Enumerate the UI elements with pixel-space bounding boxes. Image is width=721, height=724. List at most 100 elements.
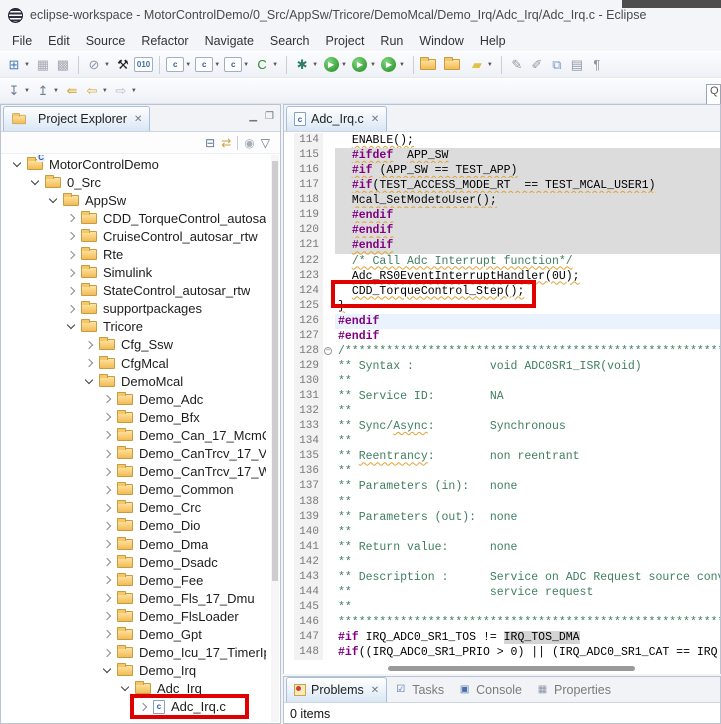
marker-pen-icon[interactable]: ▰ (468, 55, 486, 75)
chevron-right-icon[interactable] (103, 467, 111, 475)
menu-edit[interactable]: Edit (40, 32, 78, 50)
code-line-119[interactable]: 119 #endif (284, 208, 720, 223)
code-line-147[interactable]: 147#if IRQ_ADC0_SR1_TOS != IRQ_TOS_DMA (284, 630, 720, 645)
tree-item-demo-adc[interactable]: Demo_Adc (2, 390, 266, 408)
run-external-tools-icon[interactable]: ▶ (351, 55, 369, 75)
previous-annotation-icon[interactable]: ↥ (34, 81, 52, 101)
chevron-down-icon[interactable] (49, 194, 57, 202)
code-line-134[interactable]: 134** (284, 434, 720, 449)
chevron-right-icon[interactable] (103, 540, 111, 548)
tree-item-cfg-ssw[interactable]: Cfg_Ssw (2, 336, 266, 354)
tree-item-cruisecontrol-autosar-rtw[interactable]: CruiseControl_autosar_rtw (2, 227, 266, 245)
code-line-127[interactable]: 127#endif (284, 329, 720, 344)
show-whitespace-icon[interactable]: ¶ (588, 55, 606, 75)
chevron-right-icon[interactable] (103, 630, 111, 638)
fold-collapse-icon[interactable]: – (324, 347, 332, 355)
tree-item-cdd-torquecontrol-autosar-[interactable]: CDD_TorqueControl_autosar_ (2, 209, 266, 227)
tab-tasks[interactable]: ☑Tasks (387, 677, 451, 702)
tree-item-demo-cantrcv-17-v9[interactable]: Demo_CanTrcv_17_V9 (2, 445, 266, 463)
code-line-139[interactable]: 139** Parameters (out): none (284, 510, 720, 525)
code-line-137[interactable]: 137** Parameters (in): none (284, 479, 720, 494)
chevron-down-icon[interactable] (31, 176, 39, 184)
menu-window[interactable]: Window (411, 32, 471, 50)
tree-item-demo-crc[interactable]: Demo_Crc (2, 499, 266, 517)
code-line-148[interactable]: 148#if((IRQ_ADC0_SR1_PRIO > 0) || (IRQ_A… (284, 645, 720, 660)
marker-pen-icon-dropdown[interactable]: ▼ (487, 62, 493, 68)
chevron-right-icon[interactable] (103, 485, 111, 493)
tree-item-demo-fls-17-dmu[interactable]: Demo_Fls_17_Dmu (2, 589, 266, 607)
tree-item-demo-fee[interactable]: Demo_Fee (2, 571, 266, 589)
chevron-right-icon[interactable] (103, 431, 111, 439)
tab-problems[interactable]: Problems✕ (286, 677, 387, 702)
save-icon[interactable]: ▦ (34, 55, 52, 75)
chevron-right-icon[interactable] (103, 449, 111, 457)
tree-item-statecontrol-autosar-rtw[interactable]: StateControl_autosar_rtw (2, 282, 266, 300)
binary-console-icon[interactable]: 010 (134, 57, 153, 72)
run-config-icon-dropdown[interactable]: ▼ (399, 62, 405, 68)
new-cpp-source-file-icon[interactable]: c (195, 57, 213, 72)
chevron-right-icon[interactable] (67, 214, 75, 222)
code-line-122[interactable]: 122 /* Call Adc Interrupt function*/ (284, 254, 720, 269)
close-icon[interactable]: ✕ (371, 685, 379, 696)
chevron-right-icon[interactable] (67, 268, 75, 276)
run-icon-dropdown[interactable]: ▼ (341, 62, 347, 68)
code-line-136[interactable]: 136** (284, 464, 720, 479)
run-icon[interactable]: ▶ (322, 55, 340, 75)
tree-item-demo-dma[interactable]: Demo_Dma (2, 535, 266, 553)
close-icon[interactable]: ✕ (134, 114, 142, 125)
menu-help[interactable]: Help (472, 32, 514, 50)
tab-console[interactable]: ▣Console (451, 677, 529, 702)
close-icon[interactable]: ✕ (371, 114, 379, 125)
code-line-141[interactable]: 141** Return value: none (284, 540, 720, 555)
collapse-all-icon[interactable]: ⊟ (205, 136, 215, 150)
link-with-editor-icon[interactable]: ⇄ (221, 136, 231, 150)
tree-item-demo-icu-17-timerip[interactable]: Demo_Icu_17_TimerIp (2, 644, 266, 662)
previous-annotation-icon-dropdown[interactable]: ▼ (53, 88, 59, 94)
code-line-121[interactable]: 121 #endif (284, 238, 720, 253)
chevron-right-icon[interactable] (103, 594, 111, 602)
tree-item-demo-dsadc[interactable]: Demo_Dsadc (2, 553, 266, 571)
code-line-114[interactable]: 114 ENABLE(); (284, 133, 720, 148)
maximize-icon[interactable]: ❐ (265, 111, 274, 122)
code-line-118[interactable]: 118 Mcal_SetModetoUser(); (284, 193, 720, 208)
code-line-144[interactable]: 144** service request (284, 585, 720, 600)
code-line-117[interactable]: 117 #if(TEST_ACCESS_MODE_RT == TEST_MCAL… (284, 178, 720, 193)
code-line-131[interactable]: 131** Service ID: NA (284, 389, 720, 404)
tree-item-demo-gpt[interactable]: Demo_Gpt (2, 625, 266, 643)
tree-scrollbar[interactable] (271, 155, 279, 722)
code-line-116[interactable]: 116 #if (APP_SW == TEST_APP) (284, 163, 720, 178)
debug-icon[interactable]: ✱ (293, 55, 311, 75)
menu-navigate[interactable]: Navigate (197, 32, 262, 50)
last-edit-location-icon[interactable]: ⇚ (63, 81, 81, 101)
code-line-129[interactable]: 129** Syntax : void ADC0SR1_ISR(void) (284, 359, 720, 374)
editor-horizontal-scrollbar[interactable] (335, 664, 710, 673)
chevron-right-icon[interactable] (67, 232, 75, 240)
tree-item-0-src[interactable]: 0_Src (2, 173, 266, 191)
new-wizard-icon-dropdown[interactable]: ▼ (24, 62, 30, 68)
forward-icon-dropdown[interactable]: ▼ (131, 88, 137, 94)
report-page-icon[interactable]: ▤ (568, 55, 586, 75)
tab-properties[interactable]: ▦Properties (529, 677, 618, 702)
tab-adc-irq-c[interactable]: c Adc_Irq.c ✕ (286, 106, 387, 131)
tree-item-simulink[interactable]: Simulink (2, 264, 266, 282)
chevron-down-icon[interactable] (103, 665, 111, 673)
new-c-source-file-icon-dropdown[interactable]: ▼ (185, 62, 191, 68)
chevron-right-icon[interactable] (103, 612, 111, 620)
run-external-tools-icon-dropdown[interactable]: ▼ (370, 62, 376, 68)
chevron-right-icon[interactable] (103, 648, 111, 656)
tree-item-demo-bfx[interactable]: Demo_Bfx (2, 408, 266, 426)
tree-item-demo-common[interactable]: Demo_Common (2, 481, 266, 499)
debug-icon-dropdown[interactable]: ▼ (312, 62, 318, 68)
code-line-133[interactable]: 133** Sync/Async: Synchronous (284, 419, 720, 434)
open-task-folder-icon[interactable] (444, 55, 466, 75)
tree-item-demo-flsloader[interactable]: Demo_FlsLoader (2, 607, 266, 625)
tree-item-appsw[interactable]: AppSw (2, 191, 266, 209)
tree-item-demo-irq[interactable]: Demo_Irq (2, 662, 266, 680)
view-menu-icon[interactable]: ▽ (261, 136, 270, 150)
new-c-project-icon-dropdown[interactable]: ▼ (243, 62, 249, 68)
menu-project[interactable]: Project (318, 32, 373, 50)
back-icon[interactable]: ⇦ (83, 81, 101, 101)
build-icon[interactable]: ⚒ (114, 55, 132, 75)
code-line-132[interactable]: 132** (284, 404, 720, 419)
tree-item-supportpackages[interactable]: supportpackages (2, 300, 266, 318)
